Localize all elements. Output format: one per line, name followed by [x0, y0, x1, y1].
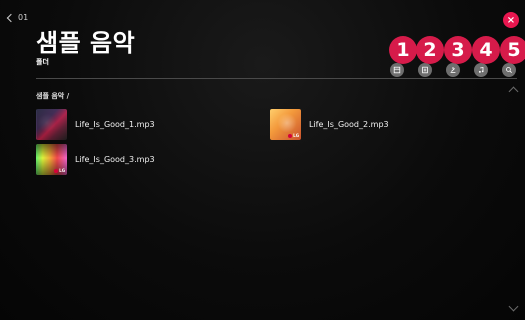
lg-logo: LG: [54, 168, 65, 173]
file-item[interactable]: LG Life_Is_Good_3.mp3: [36, 144, 155, 175]
back-button[interactable]: 01: [6, 13, 29, 23]
badge-3: 3: [444, 36, 472, 64]
search-icon: [506, 67, 512, 73]
tool-number-badges: 1 2 3 4 5: [389, 36, 525, 66]
badge-4: 4: [472, 36, 500, 64]
file-name: Life_Is_Good_2.mp3: [309, 120, 389, 129]
scroll-down-button[interactable]: [508, 301, 519, 312]
lg-logo-text: LG: [59, 168, 65, 173]
file-name: Life_Is_Good_1.mp3: [75, 120, 155, 129]
header-divider: [36, 78, 517, 79]
breadcrumb: 샘플 음악 /: [36, 92, 70, 100]
file-grid: Life_Is_Good_1.mp3 LG Life_Is_Good_2.mp3…: [36, 109, 516, 279]
lg-logo-text: LG: [293, 133, 299, 138]
page-title: 샘플 음악: [36, 29, 136, 57]
lg-logo-icon: [54, 168, 59, 173]
badge-1: 1: [389, 36, 417, 64]
lg-logo: LG: [288, 133, 299, 138]
file-item[interactable]: Life_Is_Good_1.mp3: [36, 109, 155, 140]
person-icon: [450, 67, 456, 73]
chevron-left-icon: [6, 13, 16, 23]
album-art: [36, 109, 67, 140]
music-icon: [478, 66, 484, 73]
music-app-screen: 01 샘플 음악 폴더 × 1 2 3 4 5 샘플 음악 / Life_Is_…: [0, 0, 525, 320]
scroll-up-button[interactable]: [508, 86, 519, 97]
badge-2: 2: [416, 36, 444, 64]
badge-5: 5: [500, 36, 525, 64]
close-icon: ×: [506, 14, 516, 26]
sort-icon: [422, 66, 428, 74]
album-art: LG: [36, 144, 67, 175]
file-name: Life_Is_Good_3.mp3: [75, 155, 155, 164]
file-item[interactable]: LG Life_Is_Good_2.mp3: [270, 109, 389, 140]
lg-logo-icon: [288, 133, 293, 138]
album-art: LG: [270, 109, 301, 140]
close-button[interactable]: ×: [503, 12, 519, 28]
page-subtitle: 폴더: [36, 58, 49, 66]
view-icon: [393, 66, 401, 74]
back-label: 01: [18, 13, 29, 22]
